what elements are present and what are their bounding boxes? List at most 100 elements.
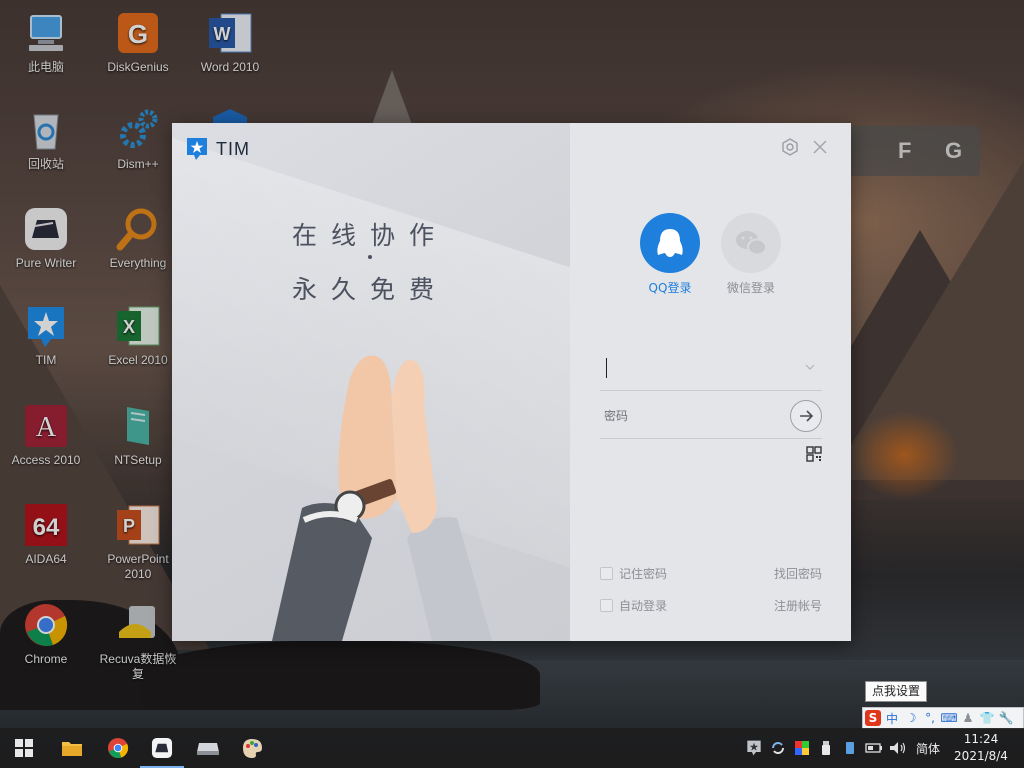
start-button[interactable] xyxy=(2,728,46,768)
desktop-icon-chrome[interactable]: Chrome xyxy=(3,602,89,667)
hexagon-gear-icon xyxy=(782,138,798,156)
desktop-icon-everything[interactable]: Everything xyxy=(95,206,181,271)
tim-banner: TIM 在线协作 永久免费 xyxy=(172,123,632,641)
password-input[interactable] xyxy=(604,393,784,439)
close-button[interactable] xyxy=(810,137,830,157)
auto-login-option[interactable]: 自动登录 xyxy=(600,597,667,614)
chrome-icon xyxy=(23,602,69,648)
text-caret xyxy=(606,358,607,378)
qr-code-login-button[interactable] xyxy=(806,446,822,462)
svg-text:A: A xyxy=(36,412,57,443)
battery-icon xyxy=(865,743,882,753)
keyboard-icon[interactable]: ⌨ xyxy=(940,710,957,726)
desktop-icon-recuva[interactable]: Recuva数据恢复 xyxy=(95,602,181,682)
desktop-icon-this-pc[interactable]: 此电脑 xyxy=(3,10,89,75)
tray-color-icon[interactable] xyxy=(792,728,812,768)
tray-usb-icon[interactable] xyxy=(816,728,836,768)
desktop-icon-aida64[interactable]: 64 AIDA64 xyxy=(3,502,89,567)
user-icon[interactable]: ♟ xyxy=(960,710,976,726)
ime-toolbar[interactable]: S 中 ☽ °, ⌨ ♟ 👕 🔧 xyxy=(862,707,1024,729)
auto-login-checkbox[interactable] xyxy=(600,599,613,612)
device-icon xyxy=(846,742,854,754)
qr-code-icon xyxy=(806,446,822,462)
magnifier-icon xyxy=(115,206,161,252)
powerpoint-icon: P xyxy=(115,502,161,548)
tab-qq-login[interactable]: QQ登录 xyxy=(635,213,705,296)
tab-qq-label: QQ登录 xyxy=(648,281,692,295)
desktop-icon-excel-2010[interactable]: X Excel 2010 xyxy=(95,303,181,368)
tray-network-sync-icon[interactable] xyxy=(768,728,788,768)
launcher-letter-g[interactable]: G xyxy=(945,138,962,164)
sogou-logo-icon[interactable]: S xyxy=(865,710,881,726)
remember-password-option[interactable]: 记住密码 xyxy=(600,565,667,582)
tray-device-icon[interactable] xyxy=(840,728,860,768)
tim-logo-icon xyxy=(186,137,208,161)
desktop-icon-label: 回收站 xyxy=(27,157,64,171)
desktop-icon-label: Everything xyxy=(109,256,167,270)
desktop-icon-word-2010[interactable]: W Word 2010 xyxy=(187,10,273,75)
ime-mode-toggle[interactable]: 中 xyxy=(884,710,900,726)
desktop-icon-tim[interactable]: TIM xyxy=(3,303,89,368)
password-field[interactable] xyxy=(600,393,822,439)
tray-tim-icon[interactable] xyxy=(744,728,764,768)
speaker-icon xyxy=(890,742,906,754)
account-field[interactable] xyxy=(600,345,822,391)
qq-penguin-icon xyxy=(640,213,700,273)
high-five-illustration xyxy=(232,338,552,641)
desktop-icon-diskgenius[interactable]: G DiskGenius xyxy=(95,10,181,75)
chevron-down-icon[interactable] xyxy=(804,361,816,373)
login-arrow-button[interactable] xyxy=(790,400,822,432)
taskbar-chrome[interactable] xyxy=(96,728,140,768)
desktop-icon-dism[interactable]: Dism++ xyxy=(95,107,181,172)
diskgenius-icon: G xyxy=(115,10,161,56)
desktop-icon-access-2010[interactable]: A Access 2010 xyxy=(3,403,89,468)
tray-volume-icon[interactable] xyxy=(887,728,909,768)
word-icon: W xyxy=(207,10,253,56)
folder-icon xyxy=(62,742,82,756)
tab-wechat-label: 微信登录 xyxy=(726,281,775,295)
desktop-icon-ntsetup[interactable]: NTSetup xyxy=(95,403,181,468)
remember-password-checkbox[interactable] xyxy=(600,567,613,580)
wrench-icon[interactable]: 🔧 xyxy=(998,710,1014,726)
ime-tooltip: 点我设置 xyxy=(865,681,928,702)
excel-icon: X xyxy=(115,303,161,349)
wallpaper-rock xyxy=(140,640,540,710)
desktop-icon-powerpoint-2010[interactable]: P PowerPoint 2010 xyxy=(95,502,181,582)
desktop-icon-pure-writer[interactable]: Pure Writer xyxy=(3,206,89,271)
slogan-dot xyxy=(368,255,372,259)
desktop-icon-label: Access 2010 xyxy=(11,453,81,467)
taskbar-paint[interactable] xyxy=(230,728,274,768)
desktop-icon-label: Excel 2010 xyxy=(108,353,168,367)
computer-icon xyxy=(23,10,69,56)
ntsetup-icon xyxy=(115,403,161,449)
recycle-bin-icon xyxy=(23,107,69,153)
pure-writer-icon xyxy=(23,206,69,252)
usb-drive-icon xyxy=(822,741,830,755)
desktop-icon-label: 此电脑 xyxy=(27,60,64,74)
desktop-icon-recycle-bin[interactable]: 回收站 xyxy=(3,107,89,172)
register-account-link[interactable]: 注册帐号 xyxy=(774,597,822,614)
launcher-letter-f[interactable]: F xyxy=(898,138,911,164)
tray-battery-icon[interactable] xyxy=(864,728,884,768)
punctuation-icon[interactable]: °, xyxy=(922,710,938,726)
tab-wechat-login[interactable]: 微信登录 xyxy=(716,213,786,296)
arrow-right-icon xyxy=(800,410,814,422)
desktop-icon-label: NTSetup xyxy=(114,453,162,467)
taskbar-clock[interactable]: 11:24 2021/8/4 xyxy=(946,731,1016,765)
launcher-bar[interactable]: F G xyxy=(830,126,980,176)
desktop-icon-label: Chrome xyxy=(24,652,68,666)
auto-login-label: 自动登录 xyxy=(619,599,668,613)
slogan-line-2: 永久免费 xyxy=(292,275,449,304)
wallpaper-peak xyxy=(370,70,414,130)
skin-shirt-icon[interactable]: 👕 xyxy=(979,710,995,726)
account-input[interactable] xyxy=(604,345,784,391)
find-password-link[interactable]: 找回密码 xyxy=(774,565,822,582)
taskbar-pure-writer[interactable] xyxy=(140,728,184,768)
moon-icon[interactable]: ☽ xyxy=(903,710,919,726)
taskbar-drive[interactable] xyxy=(186,728,230,768)
settings-button[interactable] xyxy=(780,137,800,157)
sync-icon xyxy=(772,742,784,754)
desktop-icon-label: Dism++ xyxy=(117,157,159,171)
taskbar-file-explorer[interactable] xyxy=(50,728,94,768)
tray-language[interactable]: 简体 xyxy=(912,728,944,768)
